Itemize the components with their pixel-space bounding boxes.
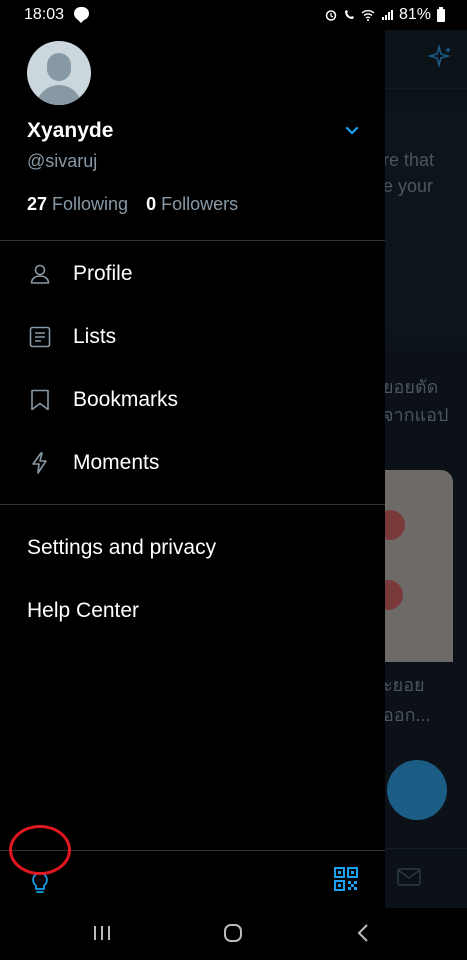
bookmark-icon xyxy=(31,389,49,411)
background-text: ะยอย xyxy=(385,675,425,695)
tweet-image xyxy=(385,470,453,662)
chat-icon xyxy=(74,7,89,23)
status-time: 18:03 xyxy=(24,6,65,23)
status-icons: 81% xyxy=(325,6,445,24)
lists-icon xyxy=(29,326,51,348)
wifi-icon xyxy=(361,10,375,21)
menu-item-lists[interactable]: Lists xyxy=(0,309,385,365)
settings-and-privacy-link[interactable]: Settings and privacy xyxy=(27,536,216,560)
avatar-head xyxy=(47,53,71,81)
signal-icon xyxy=(381,10,393,20)
wifi-call-icon xyxy=(344,10,354,19)
background-text: ยอยตัด xyxy=(385,377,439,397)
lightbulb-icon xyxy=(32,872,48,893)
following-label: Following xyxy=(52,194,129,214)
background-text: re that xyxy=(385,150,435,170)
menu-item-moments[interactable]: Moments xyxy=(0,435,385,491)
image-detail xyxy=(385,580,403,610)
menu-item-bookmarks[interactable]: Bookmarks xyxy=(0,372,385,428)
followers-count: 0 xyxy=(146,194,157,214)
background-text: e your xyxy=(385,176,434,196)
followers-label: Followers xyxy=(161,194,239,214)
follow-stats: 27 Following 0 Followers xyxy=(27,194,238,215)
timeline-header xyxy=(385,30,467,89)
divider xyxy=(0,240,385,241)
qr-code-icon[interactable] xyxy=(334,867,358,891)
menu-item-label: Lists xyxy=(73,325,117,348)
menu-item-label: Profile xyxy=(73,262,133,285)
battery-icon xyxy=(437,6,445,22)
profile-handle: @sivaruj xyxy=(27,151,98,171)
recent-apps-icon[interactable] xyxy=(88,920,116,946)
sparkle-icon xyxy=(427,44,451,68)
menu-item-label: Moments xyxy=(73,451,160,474)
avatar[interactable] xyxy=(27,41,91,105)
navigation-drawer: Xyanyde @sivaruj 27 Following 0 Followers … xyxy=(0,30,385,908)
drawer-footer xyxy=(0,850,385,909)
compose-tweet-button[interactable] xyxy=(387,760,447,820)
following-count: 27 xyxy=(27,194,48,214)
timeline-background[interactable]: re that e your ยอยตัด จากแอป ะยอย ออก... xyxy=(385,30,467,908)
person-icon xyxy=(30,264,50,284)
divider xyxy=(0,504,385,505)
system-navigation-bar xyxy=(0,908,467,960)
status-bar: 18:03 81% xyxy=(0,0,467,30)
menu-item-label: Bookmarks xyxy=(73,388,179,411)
night-mode-button[interactable] xyxy=(10,860,70,906)
lightning-icon xyxy=(32,452,47,474)
background-text: ออก... xyxy=(385,705,431,725)
profile-name[interactable]: Xyanyde xyxy=(27,119,113,143)
timeline-card: re that e your xyxy=(385,110,467,335)
followers-link[interactable]: 0 Followers xyxy=(146,194,238,215)
chevron-down-icon[interactable] xyxy=(342,120,362,140)
help-center-link[interactable]: Help Center xyxy=(27,599,139,623)
home-icon[interactable] xyxy=(219,920,247,946)
bottom-tab-bar xyxy=(385,848,467,908)
avatar-body xyxy=(36,85,82,105)
alarm-icon xyxy=(325,10,337,21)
back-icon[interactable] xyxy=(350,920,378,946)
mail-icon[interactable] xyxy=(397,867,421,887)
following-link[interactable]: 27 Following xyxy=(27,194,128,215)
menu-item-profile[interactable]: Profile xyxy=(0,246,385,302)
background-text: จากแอป xyxy=(385,405,449,425)
image-detail xyxy=(385,510,405,540)
battery-percent: 81% xyxy=(398,6,431,23)
